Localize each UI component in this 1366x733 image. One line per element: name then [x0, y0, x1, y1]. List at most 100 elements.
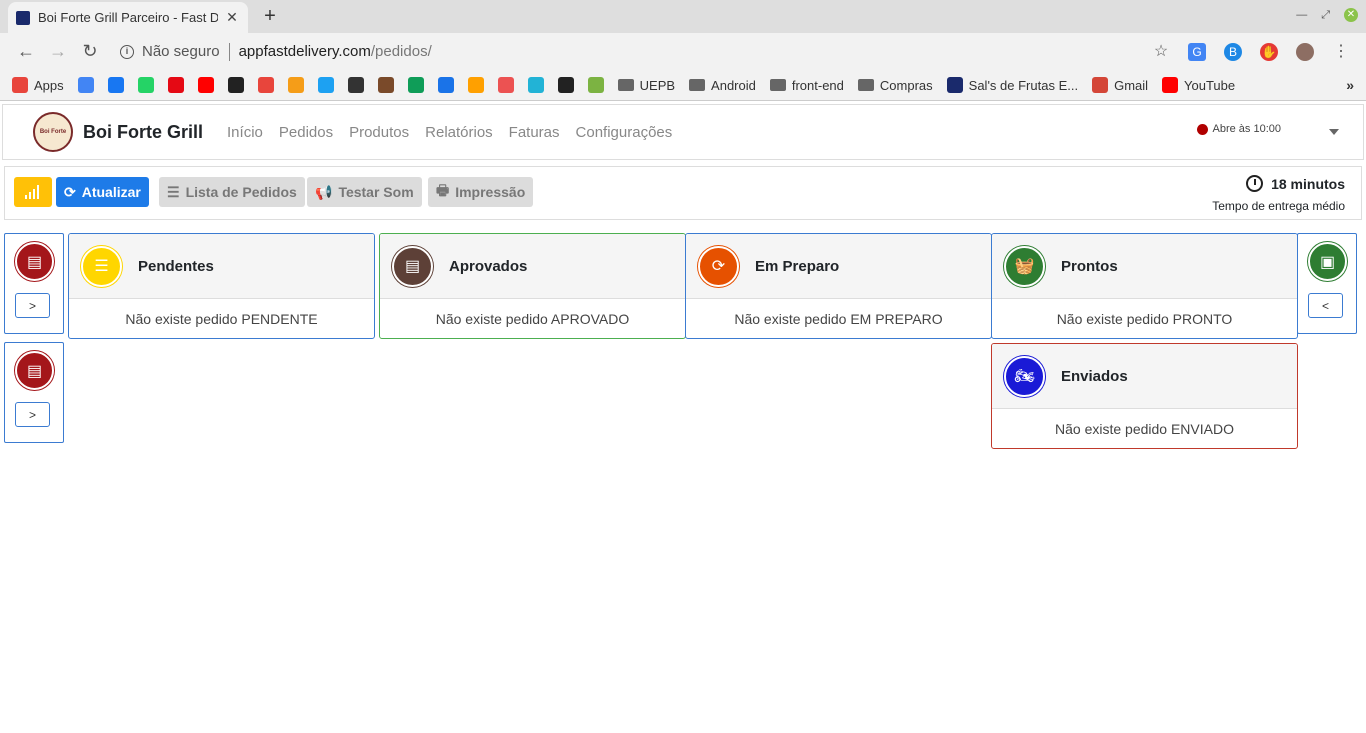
- profile-avatar-icon[interactable]: [1296, 42, 1314, 61]
- brand-logo[interactable]: Boi Forte: [33, 112, 73, 152]
- back-arrow-icon[interactable]: ←: [10, 41, 42, 62]
- new-tab-button[interactable]: +: [260, 5, 280, 28]
- nav-relatorios[interactable]: Relatórios: [425, 124, 493, 141]
- side-next-button[interactable]: >: [15, 293, 50, 318]
- update-button[interactable]: ⟳ Atualizar: [56, 177, 149, 207]
- print-label: Impressão: [455, 184, 526, 200]
- book-icon: [377, 77, 394, 93]
- signal-button[interactable]: [14, 177, 52, 207]
- nav-inicio[interactable]: Início: [227, 124, 263, 141]
- box-check-icon: ▣: [1308, 242, 1347, 281]
- nav-configuracoes[interactable]: Configurações: [576, 124, 673, 141]
- webflow-icon: [527, 77, 544, 93]
- bookmark-item[interactable]: [227, 77, 244, 93]
- site-favicon-icon: [16, 10, 30, 25]
- column-pendentes: ☰ Pendentes Não existe pedido PENDENTE: [68, 233, 375, 339]
- bookmark-item[interactable]: [527, 77, 544, 93]
- minimize-icon[interactable]: —: [1296, 9, 1307, 21]
- printer-icon: 🖶: [436, 182, 450, 198]
- status-dot-icon: [1196, 123, 1208, 135]
- browser-tab[interactable]: Boi Forte Grill Parceiro - Fast Delivery…: [8, 2, 248, 33]
- nav-faturas[interactable]: Faturas: [509, 124, 560, 141]
- bookmark-item[interactable]: [257, 77, 274, 93]
- bookmark-item[interactable]: [497, 77, 514, 93]
- order-receipt-icon: ▤: [15, 351, 54, 390]
- bookmark-item[interactable]: [437, 77, 454, 93]
- bookmark-item[interactable]: [347, 77, 364, 93]
- column-empty-message: Não existe pedido PRONTO: [1056, 311, 1233, 327]
- bookmark-item[interactable]: [407, 77, 424, 93]
- bookmark-item[interactable]: Gmail: [1092, 77, 1148, 93]
- bookmark-item[interactable]: front-end: [769, 78, 844, 93]
- bookmark-item[interactable]: [587, 77, 604, 93]
- folder-icon: [617, 79, 634, 91]
- column-prontos: 🧺 Prontos Não existe pedido PRONTO: [991, 233, 1298, 339]
- bookmark-label: Sal's de Frutas E...: [968, 77, 1079, 93]
- bookmark-item[interactable]: [467, 77, 484, 93]
- test-sound-label: Testar Som: [338, 184, 414, 200]
- bookmark-item[interactable]: [137, 77, 154, 93]
- bookmark-item[interactable]: [167, 77, 184, 93]
- column-empty-message: Não existe pedido EM PREPARO: [734, 311, 943, 327]
- bookmark-item[interactable]: YouTube: [1162, 77, 1235, 93]
- bookmark-item[interactable]: Apps: [12, 77, 64, 93]
- browser-tab-strip: Boi Forte Grill Parceiro - Fast Delivery…: [0, 0, 1366, 33]
- column-title: Aprovados: [449, 257, 528, 275]
- bookmark-item[interactable]: UEPB: [617, 78, 675, 93]
- bookmark-item[interactable]: [107, 77, 124, 93]
- menu-kebab-icon[interactable]: ⋮: [1332, 43, 1350, 61]
- close-window-icon[interactable]: ✕: [1344, 8, 1358, 22]
- bookmark-item[interactable]: [317, 77, 334, 93]
- folder-icon: [769, 79, 786, 91]
- adblock-icon[interactable]: ✋: [1260, 42, 1278, 61]
- bookmark-item[interactable]: [77, 77, 94, 93]
- toolbar-extensions: ☆ G B ✋ ⋮: [1152, 42, 1350, 61]
- tab-close-icon[interactable]: ✕: [224, 9, 240, 26]
- address-bar[interactable]: i Não seguro appfastdelivery.com/pedidos…: [120, 37, 1152, 67]
- order-receipt-icon: ▤: [15, 242, 54, 281]
- folder-icon: [857, 79, 874, 91]
- bookmark-item[interactable]: [557, 77, 574, 93]
- nav-produtos[interactable]: Produtos: [349, 124, 409, 141]
- gmail-icon: [1092, 77, 1109, 93]
- side-next-button[interactable]: >: [15, 402, 50, 427]
- bookmark-item[interactable]: [197, 77, 214, 93]
- avg-time-value: 18 minutos: [1271, 175, 1345, 192]
- column-title: Prontos: [1061, 257, 1118, 275]
- bookmark-item[interactable]: [377, 77, 394, 93]
- extension-b-icon[interactable]: B: [1224, 42, 1242, 61]
- bookmarks-overflow-icon[interactable]: »: [1346, 77, 1354, 93]
- column-enviados: 🏍 Enviados Não existe pedido ENVIADO: [991, 343, 1298, 449]
- reload-icon[interactable]: ↻: [74, 41, 106, 62]
- bookmark-item[interactable]: Compras: [857, 78, 933, 93]
- restore-icon[interactable]: ⤢: [1321, 9, 1330, 22]
- nav-pedidos[interactable]: Pedidos: [279, 124, 333, 141]
- url-host: appfastdelivery.com: [238, 43, 371, 60]
- print-button[interactable]: 🖶 Impressão: [428, 177, 534, 207]
- brand-name[interactable]: Boi Forte Grill: [83, 122, 203, 143]
- avg-delivery-time: 18 minutos Tempo de entrega médio: [1212, 175, 1345, 213]
- clock-icon: [1246, 175, 1264, 192]
- bookmark-label: YouTube: [1184, 77, 1236, 93]
- bookmark-item[interactable]: Sal's de Frutas E...: [946, 77, 1079, 93]
- side-prev-button[interactable]: <: [1308, 293, 1343, 318]
- test-sound-button[interactable]: 📢 Testar Som: [307, 177, 422, 207]
- url-path: /pedidos/: [370, 43, 432, 60]
- bookmark-item[interactable]: Android: [689, 78, 756, 93]
- bookmark-star-icon[interactable]: ☆: [1152, 43, 1170, 61]
- orders-list-button[interactable]: ☰ Lista de Pedidos: [159, 177, 305, 207]
- info-icon[interactable]: i: [120, 44, 134, 59]
- site-icon: [946, 77, 963, 93]
- bookmark-item[interactable]: [287, 77, 304, 93]
- list-icon: ☰: [167, 183, 180, 200]
- bookmark-label: Gmail: [1114, 77, 1149, 93]
- app-navbar: Boi Forte Boi Forte Grill Início Pedidos…: [2, 104, 1364, 160]
- translate-icon[interactable]: G: [1188, 42, 1206, 61]
- forward-arrow-icon[interactable]: →: [42, 41, 74, 62]
- refresh-icon: ⟳: [64, 183, 76, 200]
- github-icon: [227, 77, 244, 93]
- action-bar: ⟳ Atualizar ☰ Lista de Pedidos 📢 Testar …: [4, 166, 1362, 220]
- user-dropdown-caret-icon[interactable]: [1329, 129, 1339, 135]
- approved-receipt-icon: ▤: [392, 245, 433, 287]
- window-controls: — ⤢ ✕: [1296, 8, 1358, 22]
